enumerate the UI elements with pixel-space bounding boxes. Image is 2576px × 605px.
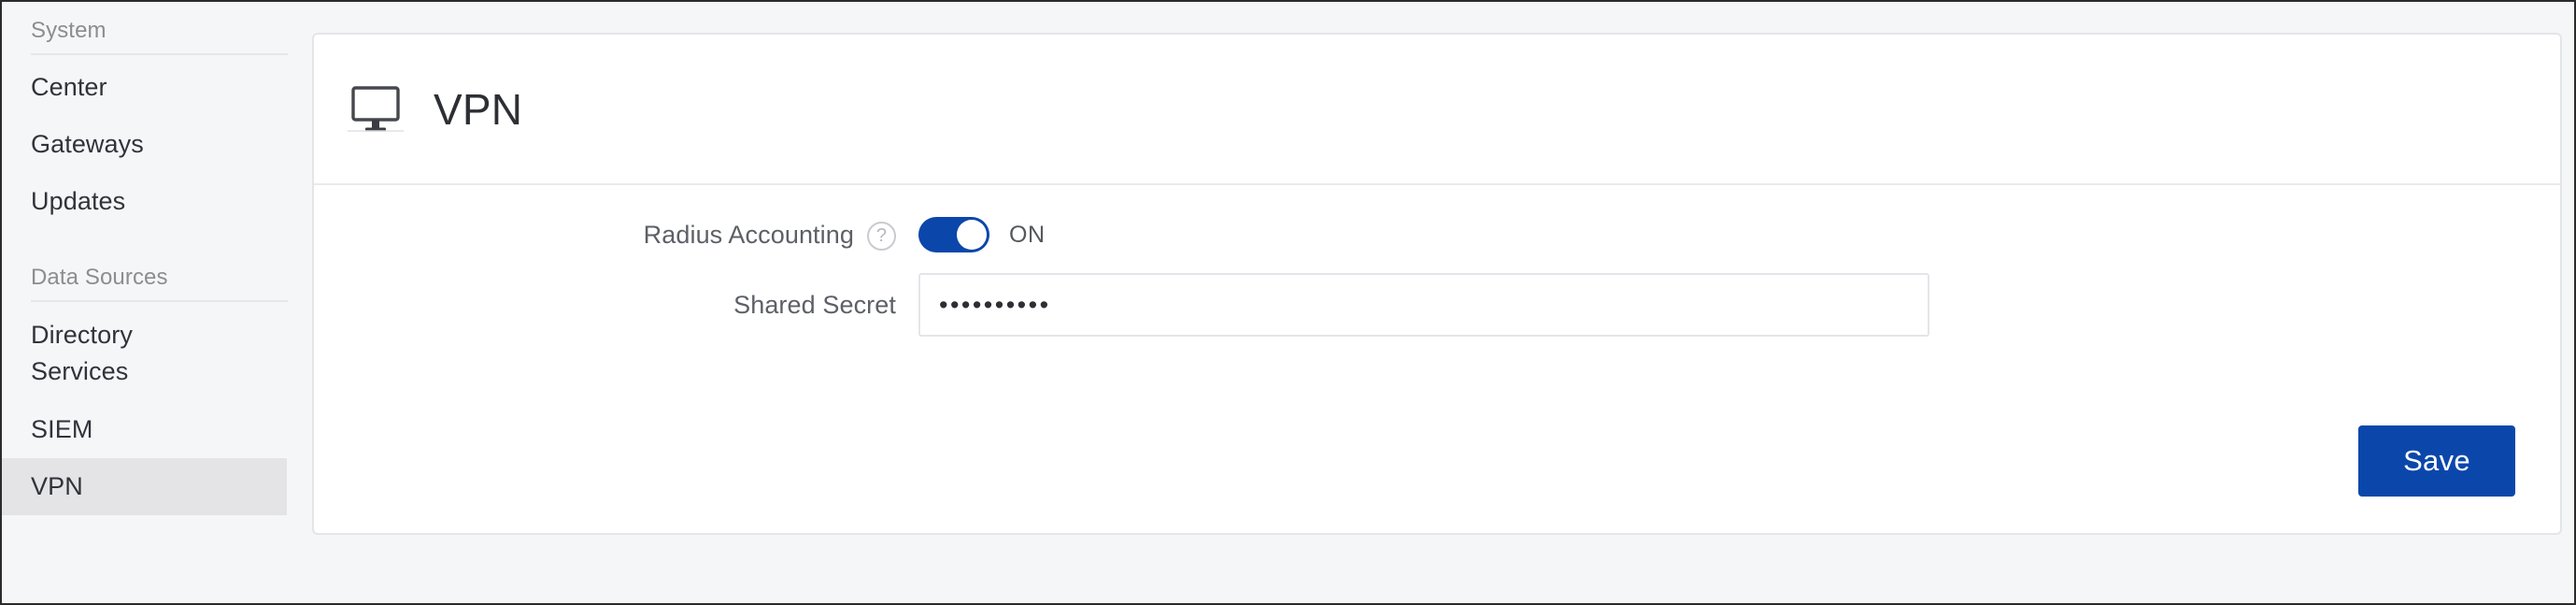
card-body: Radius Accounting ? ON Shared Secret •••…: [314, 185, 2560, 533]
application-window: System Center Gateways Updates Data Sour…: [0, 0, 2576, 605]
radius-accounting-label: Radius Accounting: [643, 221, 854, 249]
sidebar-group-data-sources: Directory Services SIEM VPN: [2, 306, 308, 515]
sidebar-item-center[interactable]: Center: [2, 59, 287, 116]
radius-accounting-label-group: Radius Accounting ?: [314, 218, 918, 252]
sidebar-item-gateways[interactable]: Gateways: [2, 116, 287, 173]
toggle-state-label: ON: [1009, 222, 1046, 248]
save-button[interactable]: Save: [2358, 425, 2515, 497]
sidebar-group-system: Center Gateways Updates: [2, 59, 308, 230]
settings-sidebar: System Center Gateways Updates Data Sour…: [2, 2, 308, 603]
sidebar-section-header-data-sources: Data Sources: [31, 264, 288, 302]
card-header: VPN: [314, 35, 2560, 185]
card-actions: Save: [2358, 425, 2515, 497]
help-icon[interactable]: ?: [867, 221, 896, 251]
shared-secret-label-group: Shared Secret: [314, 288, 918, 322]
radius-accounting-toggle[interactable]: [918, 217, 989, 252]
main-content-area: VPN Radius Accounting ? ON Shared Secret…: [308, 2, 2574, 603]
sidebar-item-siem[interactable]: SIEM: [2, 401, 287, 458]
page-title: VPN: [434, 84, 523, 134]
radius-accounting-control: ON: [918, 217, 1046, 252]
monitor-icon: [347, 84, 405, 138]
shared-secret-row: Shared Secret: [314, 273, 1929, 337]
shared-secret-control: [918, 273, 1929, 337]
vpn-settings-card: VPN Radius Accounting ? ON Shared Secret…: [312, 33, 2562, 535]
radius-accounting-row: Radius Accounting ? ON: [314, 217, 1046, 252]
sidebar-item-directory-services[interactable]: Directory Services: [2, 306, 198, 401]
toggle-knob: [957, 220, 987, 250]
sidebar-item-vpn[interactable]: VPN: [2, 458, 287, 515]
sidebar-item-updates[interactable]: Updates: [2, 173, 287, 230]
sidebar-section-header-system: System: [31, 17, 288, 55]
shared-secret-input[interactable]: [918, 273, 1929, 337]
shared-secret-label: Shared Secret: [733, 291, 896, 319]
